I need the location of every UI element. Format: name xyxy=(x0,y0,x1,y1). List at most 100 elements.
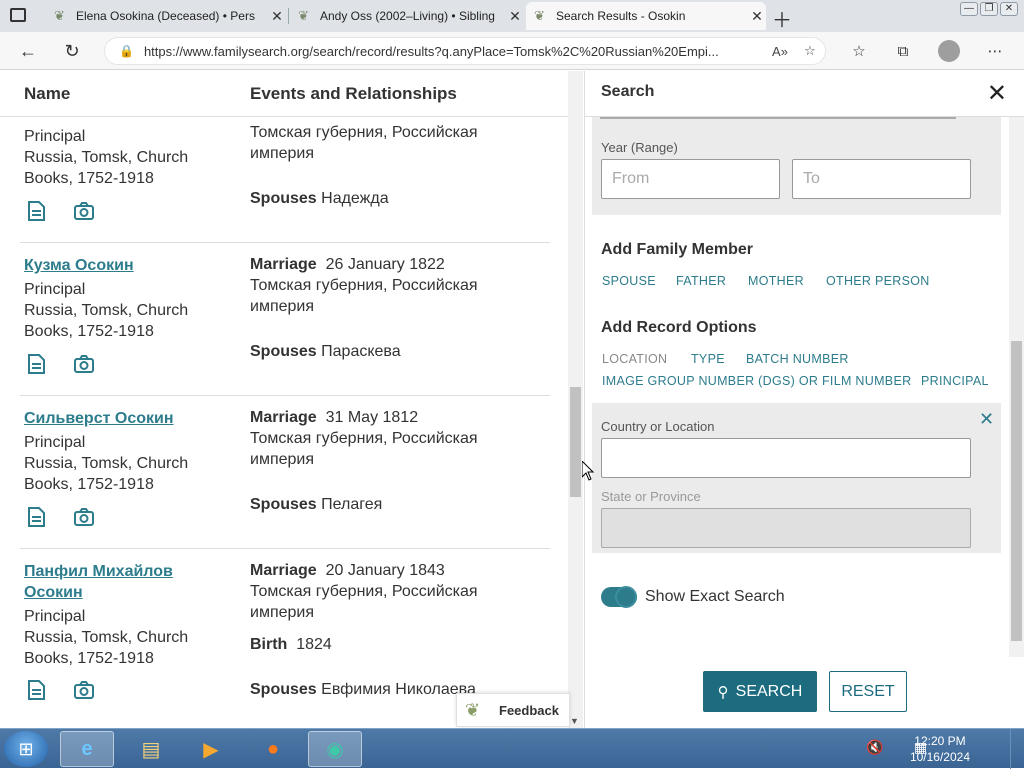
taskbar-ie[interactable]: e xyxy=(60,731,114,767)
profile-avatar[interactable] xyxy=(938,40,960,62)
results-scrollbar[interactable]: ▼ xyxy=(568,71,583,728)
tab-title: Search Results - Osokin xyxy=(556,9,686,23)
result-name-link[interactable]: Кузма Осокин xyxy=(24,255,134,276)
results-scrollbar-thumb[interactable] xyxy=(570,387,581,497)
add-favorite-icon[interactable]: ☆ xyxy=(795,43,825,59)
result-collection-line2: Books, 1752-1918 xyxy=(24,650,154,667)
tab-actions-icon[interactable] xyxy=(10,8,26,22)
media-player-icon: ▶ xyxy=(203,738,219,761)
type-option-link[interactable]: TYPE xyxy=(691,352,725,366)
result-role: Principal xyxy=(24,128,86,145)
tab-search-results[interactable]: ❦ Search Results - Osokin ✕ xyxy=(526,2,766,30)
result-place-line1: Томская губерния, Российская xyxy=(250,124,478,141)
state-province-label: State or Province xyxy=(601,489,701,504)
windows-taskbar: ⊞ e ▤ ▶ ● ◉ 🔇 ▦ 12:20 PM 10/16/2024 xyxy=(0,728,1024,769)
add-other-person-link[interactable]: OTHER PERSON xyxy=(826,274,930,288)
year-to-input[interactable]: To xyxy=(792,159,971,199)
url-text[interactable]: https://www.familysearch.org/search/reco… xyxy=(144,44,765,59)
system-clock[interactable]: 12:20 PM 10/16/2024 xyxy=(910,733,970,765)
volume-muted-icon[interactable]: 🔇 xyxy=(866,739,883,756)
close-window-icon[interactable]: ✕ xyxy=(1000,2,1018,16)
result-spouses: Spouses Евфимия Николаева xyxy=(250,681,476,698)
result-name-link[interactable]: Сильверст Осокин xyxy=(24,408,174,429)
year-from-input[interactable]: From xyxy=(601,159,780,199)
country-location-input[interactable] xyxy=(601,438,971,478)
year-range-label: Year (Range) xyxy=(601,140,678,155)
record-image-camera-icon[interactable] xyxy=(73,200,95,222)
result-event: Marriage 26 January 1822 xyxy=(250,256,445,273)
lock-icon: 🔒 xyxy=(119,44,134,58)
tab-title: Andy Oss (2002–Living) • Sibling xyxy=(320,9,495,23)
result-collection-line1: Russia, Tomsk, Church xyxy=(24,149,189,166)
close-tab-icon[interactable]: ✕ xyxy=(748,8,766,25)
record-document-icon[interactable] xyxy=(25,679,47,701)
result-role: Principal xyxy=(24,434,86,451)
show-exact-search-toggle[interactable] xyxy=(601,586,637,608)
address-toolbar: ← ↻ 🔒 https://www.familysearch.org/searc… xyxy=(0,32,1024,70)
address-bar[interactable]: 🔒 https://www.familysearch.org/search/re… xyxy=(104,37,826,65)
favorites-icon[interactable]: ☆ xyxy=(848,41,870,63)
result-collection-line2: Books, 1752-1918 xyxy=(24,476,154,493)
column-name-header: Name xyxy=(24,84,71,103)
state-province-input xyxy=(601,508,971,548)
taskbar-explorer[interactable]: ▤ xyxy=(124,731,178,767)
result-name-link-line2[interactable]: Осокин xyxy=(24,582,83,603)
result-collection-line1: Russia, Tomsk, Church xyxy=(24,455,189,472)
reset-button[interactable]: RESET xyxy=(829,671,907,712)
location-option-link[interactable]: LOCATION xyxy=(602,352,667,366)
principal-option-link[interactable]: PRINCIPAL xyxy=(921,374,989,388)
close-tab-icon[interactable]: ✕ xyxy=(506,8,524,25)
scroll-down-arrow-icon[interactable]: ▼ xyxy=(570,716,579,726)
taskbar-edge[interactable]: ◉ xyxy=(308,731,362,767)
result-spouses: Spouses Параскева xyxy=(250,343,401,360)
record-document-icon[interactable] xyxy=(25,200,47,222)
record-document-icon[interactable] xyxy=(25,506,47,528)
search-panel-scrollbar[interactable] xyxy=(1009,117,1024,657)
record-document-icon[interactable] xyxy=(25,353,47,375)
internet-explorer-icon: e xyxy=(81,737,93,760)
record-image-camera-icon[interactable] xyxy=(73,506,95,528)
more-menu-icon[interactable]: ⋯ xyxy=(984,41,1006,63)
restore-icon[interactable]: ❐ xyxy=(980,2,998,16)
results-column-header: Name Events and Relationships xyxy=(0,71,568,117)
record-image-camera-icon[interactable] xyxy=(73,353,95,375)
toggle-knob xyxy=(615,586,637,608)
feedback-button[interactable]: ❦ Feedback xyxy=(456,693,570,727)
show-exact-search-label: Show Exact Search xyxy=(645,588,785,605)
search-button-label: SEARCH xyxy=(735,682,803,700)
page-content: Principal Russia, Tomsk, Church Books, 1… xyxy=(0,71,1024,728)
tab-elena[interactable]: ❦ Elena Osokina (Deceased) • Pers ✕ xyxy=(46,2,286,30)
windows-logo-icon: ⊞ xyxy=(18,738,34,759)
result-place-line2: империя xyxy=(250,298,314,315)
remove-location-icon[interactable]: ✕ xyxy=(979,409,994,430)
clock-date: 10/16/2024 xyxy=(909,750,970,764)
close-tab-icon[interactable]: ✕ xyxy=(268,8,286,25)
back-icon[interactable]: ← xyxy=(16,39,40,63)
add-father-link[interactable]: FATHER xyxy=(676,274,726,288)
taskbar-firefox[interactable]: ● xyxy=(246,731,300,767)
tab-andy[interactable]: ❦ Andy Oss (2002–Living) • Sibling ✕ xyxy=(290,2,524,30)
minimize-icon[interactable]: — xyxy=(960,2,978,16)
read-aloud-icon[interactable]: A» xyxy=(765,44,795,59)
batch-number-option-link[interactable]: BATCH NUMBER xyxy=(746,352,849,366)
search-panel-header: Search ✕ xyxy=(585,71,1024,117)
folder-icon: ▤ xyxy=(141,738,161,761)
taskbar-media-player[interactable]: ▶ xyxy=(184,731,238,767)
close-panel-icon[interactable]: ✕ xyxy=(987,79,1007,108)
image-group-number-option-link[interactable]: IMAGE GROUP NUMBER (DGS) OR FILM NUMBER xyxy=(602,374,911,388)
country-location-label: Country or Location xyxy=(601,419,715,434)
start-button[interactable]: ⊞ xyxy=(4,731,48,767)
search-panel-scrollbar-thumb[interactable] xyxy=(1011,341,1022,641)
new-tab-icon[interactable]: ＋ xyxy=(772,4,792,33)
refresh-icon[interactable]: ↻ xyxy=(60,39,84,63)
record-image-camera-icon[interactable] xyxy=(73,679,95,701)
collections-icon[interactable]: ⧉ xyxy=(892,41,914,63)
add-spouse-link[interactable]: SPOUSE xyxy=(602,274,656,288)
column-events-header: Events and Relationships xyxy=(250,84,457,103)
result-event: Marriage 20 January 1843 xyxy=(250,562,445,579)
add-mother-link[interactable]: MOTHER xyxy=(748,274,804,288)
show-desktop-button[interactable] xyxy=(1010,729,1024,769)
search-button[interactable]: ⚲ SEARCH xyxy=(703,671,817,712)
result-collection-line1: Russia, Tomsk, Church xyxy=(24,629,189,646)
result-name-link-line1[interactable]: Панфил Михайлов xyxy=(24,561,173,582)
